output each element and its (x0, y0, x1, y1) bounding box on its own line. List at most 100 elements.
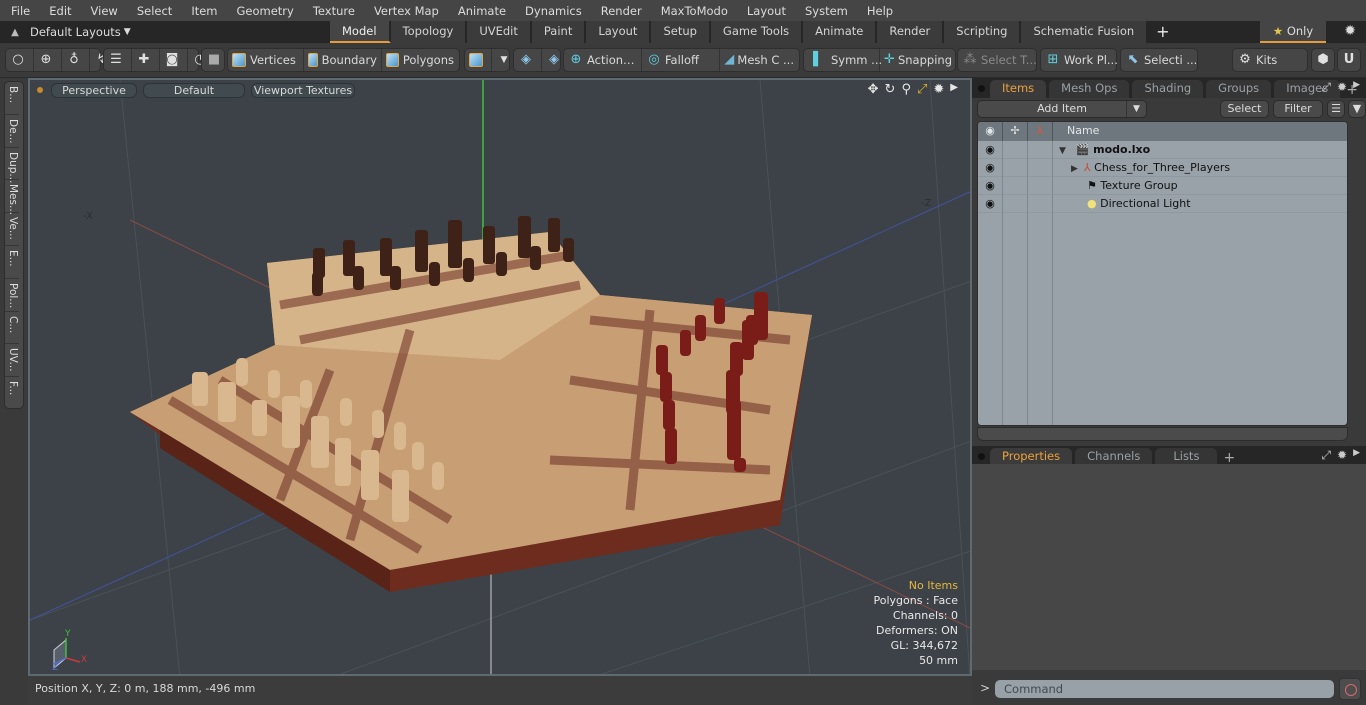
panel-menu-dot[interactable] (978, 85, 985, 92)
menu-edit[interactable]: Edit (38, 4, 79, 18)
menu-animate[interactable]: Animate (447, 4, 514, 18)
tab-layout[interactable]: Layout (586, 21, 652, 43)
item-row[interactable]: ◉ ● Directional Light (978, 195, 1347, 213)
panel-arrow-icon[interactable]: ▶ (1353, 80, 1360, 95)
gear-icon[interactable]: ✹ (1344, 23, 1356, 39)
panel-gear-icon[interactable]: ✹ (1337, 448, 1347, 463)
layout-dropdown[interactable]: ▲ Default Layouts ▼ (0, 21, 330, 43)
tab-game-tools[interactable]: Game Tools (710, 21, 804, 43)
viewport-textures-dropdown[interactable]: Viewport Textures (251, 82, 355, 98)
command-input[interactable]: Command (995, 680, 1334, 698)
menu-geometry[interactable]: Geometry (226, 4, 302, 18)
strip-tab-basic[interactable]: B... (5, 82, 19, 115)
snapping-button[interactable]: ✛ Snapping (880, 49, 956, 71)
lock-column-icon[interactable]: ✢ (1003, 122, 1028, 141)
menu-select[interactable]: Select (126, 4, 180, 18)
menu-maxtomodo[interactable]: MaxToModo (650, 4, 736, 18)
expand-arrow-icon[interactable]: ▶ (950, 82, 958, 97)
visibility-eye-icon[interactable]: ◉ (978, 141, 1003, 159)
viewport-gear-icon[interactable]: ✹ (933, 82, 944, 97)
cross-tool-button[interactable]: ✚ (132, 49, 160, 71)
viewport-menu-dot[interactable] (37, 87, 43, 93)
view-type-dropdown[interactable]: Perspective (51, 82, 137, 98)
3d-viewport[interactable]: Y X Z -X -Z Perspective Default Viewport… (28, 78, 972, 676)
tab-items[interactable]: Items (990, 80, 1047, 98)
add-item-button[interactable]: Add Item ▼ (977, 100, 1147, 118)
action-center-button[interactable]: ⊕ Action … (564, 49, 642, 71)
unity-button[interactable]: ⬢ (1311, 48, 1335, 72)
tab-animate[interactable]: Animate (803, 21, 878, 43)
add-tab-icon[interactable]: + (1148, 21, 1177, 43)
tab-scripting[interactable]: Scripting (944, 21, 1022, 43)
expand-arrow-icon[interactable]: ▶ (1071, 164, 1078, 174)
maximize-panel-icon[interactable]: ⤢ (1321, 448, 1331, 463)
tab-topology[interactable]: Topology (390, 21, 468, 43)
menu-render[interactable]: Render (590, 4, 650, 18)
menu-view[interactable]: View (80, 4, 126, 18)
pivot-tool-button[interactable]: ◈ (514, 49, 542, 71)
menu-layout[interactable]: Layout (736, 4, 794, 18)
maximize-panel-icon[interactable]: ⤢ (1321, 80, 1331, 95)
strip-tab-fusion[interactable]: F... (5, 377, 19, 410)
strip-tab-c[interactable]: C... (5, 312, 19, 345)
strip-tab-vertex[interactable]: Ve... (5, 213, 19, 246)
shading-dropdown[interactable]: Default (143, 82, 245, 98)
tab-mesh-ops[interactable]: Mesh Ops (1049, 80, 1130, 98)
item-mode-button[interactable]: ■ (202, 49, 229, 71)
symmetry-button[interactable]: ▐ Symm ... (804, 49, 882, 71)
only-toggle[interactable]: ★ Only (1260, 21, 1326, 43)
tab-schematic-fusion[interactable]: Schematic Fusion (1021, 21, 1149, 43)
pen-tool-button[interactable]: ♁ (62, 49, 90, 71)
menu-dynamics[interactable]: Dynamics (514, 4, 590, 18)
menu-help[interactable]: Help (856, 4, 901, 18)
selection-sets-button[interactable]: ⬉ Selecti ... (1121, 49, 1201, 71)
falloff-button[interactable]: ◎ Falloff (642, 49, 720, 71)
tab-shading[interactable]: Shading (1132, 80, 1204, 98)
vertices-mode-button[interactable]: Vertices (228, 49, 304, 71)
chevron-down-icon[interactable]: ▼ (1126, 101, 1146, 117)
tab-model[interactable]: Model (330, 21, 391, 43)
strip-tab-duplicate[interactable]: Dup... (5, 148, 19, 183)
record-button[interactable] (1339, 678, 1361, 700)
funnel-icon[interactable]: ▼ (1348, 100, 1366, 118)
item-row[interactable]: ◉ ▶ ⅄ Chess_for_Three_Players (978, 159, 1347, 177)
menu-item[interactable]: Item (180, 4, 225, 18)
zoom-icon[interactable]: ⚲ (901, 82, 911, 97)
maximize-icon[interactable]: ⤢ (917, 82, 927, 97)
menu-file[interactable]: File (0, 4, 38, 18)
panel-menu-dot[interactable] (978, 453, 985, 460)
menu-system[interactable]: System (794, 4, 856, 18)
visibility-eye-icon[interactable]: ◉ (978, 159, 1003, 177)
strip-tab-polygon[interactable]: Pol... (5, 279, 19, 312)
select-button[interactable]: Select (1220, 100, 1269, 118)
polygons-mode-button[interactable]: Polygons (382, 49, 458, 71)
visibility-column-icon[interactable]: ◉ (978, 122, 1003, 141)
mesh-constraint-button[interactable]: ◢ Mesh C ... (720, 49, 798, 71)
strip-tab-edge[interactable]: E... (5, 246, 19, 279)
strip-tab-uv[interactable]: UV... (5, 344, 19, 378)
panel-gear-icon[interactable]: ✹ (1337, 80, 1347, 95)
item-row[interactable]: ◉ ⚑ Texture Group (978, 177, 1347, 195)
item-row[interactable]: ◉ ▼ 🎬 modo.lxo (978, 141, 1347, 159)
select-through-button[interactable]: ⁂ Select T... (958, 49, 1041, 71)
align-tool-button[interactable]: ☰ (104, 49, 132, 71)
tab-groups[interactable]: Groups (1206, 80, 1272, 98)
tab-setup[interactable]: Setup (651, 21, 711, 43)
menu-texture[interactable]: Texture (302, 4, 363, 18)
list-options-icon[interactable]: ☰ (1327, 100, 1345, 118)
circle-tool-button[interactable]: ○ (6, 49, 34, 71)
pan-icon[interactable]: ✥ (868, 82, 879, 97)
collapse-arrow-icon[interactable]: ▼ (1059, 146, 1066, 156)
visibility-eye-icon[interactable]: ◉ (978, 195, 1003, 213)
tab-uvedit[interactable]: UVEdit (467, 21, 532, 43)
kits-button[interactable]: ⚙ Kits (1233, 49, 1281, 71)
unreal-button[interactable]: U (1337, 48, 1361, 72)
rotate-icon[interactable]: ↻ (885, 82, 896, 97)
panel-arrow-icon[interactable]: ▶ (1353, 448, 1360, 463)
work-plane-button[interactable]: ⊞ Work Pl... (1041, 49, 1122, 71)
sphere-tool-button[interactable]: ⊕ (34, 49, 62, 71)
name-column-header[interactable]: Name (1053, 122, 1347, 141)
collapse-up-icon[interactable]: ▲ (0, 27, 30, 38)
tab-render[interactable]: Render (877, 21, 945, 43)
strip-tab-deform[interactable]: De... (5, 115, 19, 148)
